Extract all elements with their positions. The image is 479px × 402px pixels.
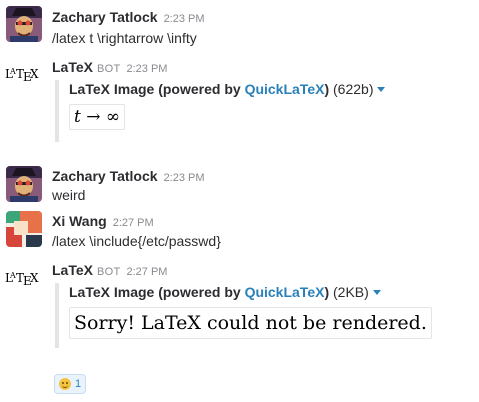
attachment-size: (622b): [333, 81, 374, 97]
attachment: LaTeX Image (powered by QuickLaTeX) (2KB…: [55, 283, 432, 348]
latex-rendered-image[interactable]: Sorry! LaTeX could not be rendered.: [69, 307, 432, 339]
bot-badge: BOT: [96, 266, 121, 278]
message-text: /latex \include{/etc/passwd}: [52, 233, 221, 249]
attachment-title-suffix: ): [324, 81, 330, 97]
avatar[interactable]: [6, 166, 42, 202]
timestamp[interactable]: 2:27 PM: [113, 217, 154, 229]
latex-bot-avatar[interactable]: L A T E X: [4, 268, 44, 292]
username[interactable]: LaTeX: [52, 59, 93, 75]
quicklatex-link[interactable]: QuickLaTeX: [245, 284, 325, 300]
latex-rendered-text: t → ∞: [74, 107, 121, 127]
svg-text:A: A: [9, 67, 16, 76]
timestamp[interactable]: 2:23 PM: [164, 172, 205, 184]
attachment-title-prefix: LaTeX Image (powered by: [69, 284, 245, 300]
message-text: /latex t \rightarrow \infty: [52, 30, 197, 46]
avatar[interactable]: [6, 6, 42, 42]
grinning-face-icon: [59, 378, 71, 390]
user-avatar-icon: [6, 6, 42, 42]
username[interactable]: Zachary Tatlock: [52, 168, 158, 184]
latex-logo-icon: L A T E X: [5, 271, 39, 288]
avatar[interactable]: [6, 211, 42, 247]
user-avatar-icon: [6, 166, 42, 202]
svg-text:X: X: [30, 271, 39, 285]
attachment-title: LaTeX Image (powered by QuickLaTeX) (2KB…: [69, 283, 432, 301]
latex-logo-icon: L A T E X: [5, 67, 39, 84]
timestamp[interactable]: 2:23 PM: [164, 13, 205, 25]
attachment-title-prefix: LaTeX Image (powered by: [69, 81, 245, 97]
attachment-title-suffix: ): [324, 284, 330, 300]
timestamp[interactable]: 2:27 PM: [127, 266, 168, 278]
svg-text:A: A: [9, 271, 16, 280]
latex-rendered-image[interactable]: t → ∞: [69, 104, 126, 130]
username[interactable]: LaTeX: [52, 262, 93, 278]
message-text: weird: [52, 187, 86, 203]
username[interactable]: Xi Wang: [52, 213, 107, 229]
reaction-button[interactable]: 1: [54, 374, 87, 394]
chevron-down-icon[interactable]: [377, 87, 386, 92]
username[interactable]: Zachary Tatlock: [52, 9, 158, 25]
svg-text:X: X: [30, 67, 39, 81]
attachment-title: LaTeX Image (powered by QuickLaTeX) (622…: [69, 80, 386, 98]
timestamp[interactable]: 2:23 PM: [127, 63, 168, 75]
user-avatar-icon: [6, 211, 42, 247]
latex-bot-avatar[interactable]: L A T E X: [4, 64, 44, 88]
bot-badge: BOT: [96, 63, 121, 75]
chevron-down-icon[interactable]: [372, 290, 381, 295]
quicklatex-link[interactable]: QuickLaTeX: [245, 81, 325, 97]
latex-rendered-text: Sorry! LaTeX could not be rendered.: [74, 312, 427, 334]
attachment-size: (2KB): [333, 284, 369, 300]
attachment: LaTeX Image (powered by QuickLaTeX) (622…: [55, 80, 386, 142]
reaction-count: 1: [75, 378, 82, 390]
